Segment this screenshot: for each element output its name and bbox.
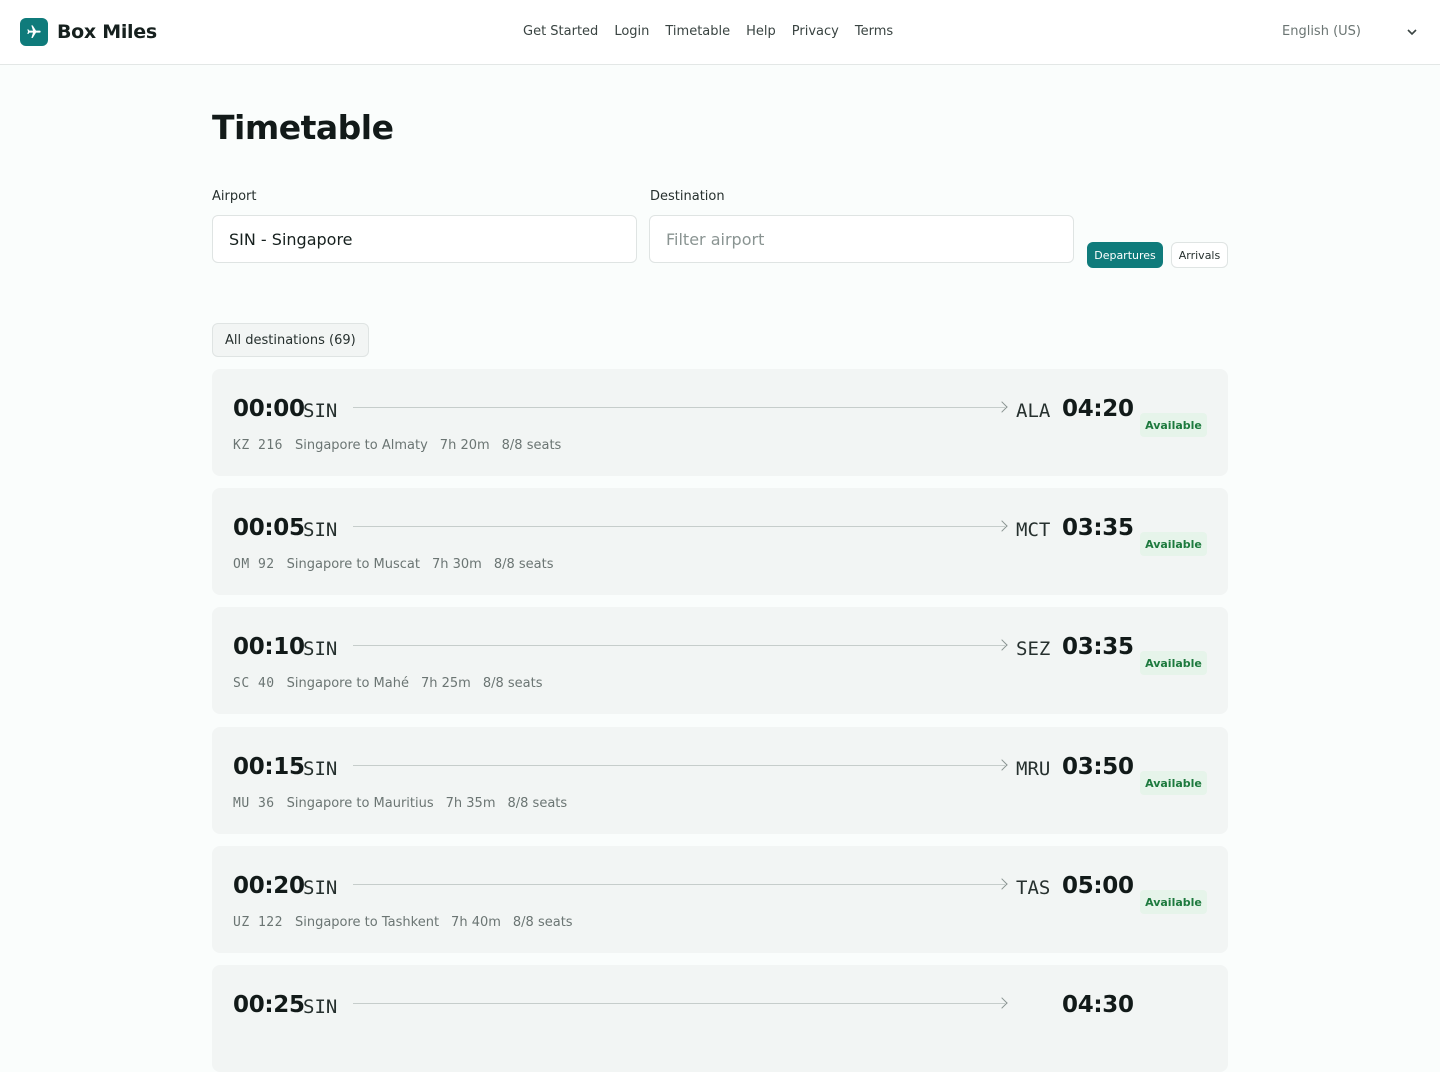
route-line [353,401,1008,413]
airport-label: Airport [212,189,257,204]
arrival-code: SEZ [1016,638,1051,660]
status-badge: Available [1140,651,1207,675]
duration: 7h 40m [451,915,501,930]
arrivals-toggle[interactable]: Arrivals [1171,242,1228,268]
nav-privacy[interactable]: Privacy [792,24,839,39]
departure-code: SIN [303,877,338,899]
nav-timetable[interactable]: Timetable [665,24,730,39]
arrow-right-icon [996,759,1008,771]
main-nav: Get Started Login Timetable Help Privacy… [523,24,893,39]
seats: 8/8 seats [482,676,543,691]
arrow-right-icon [996,520,1008,532]
seats: 8/8 seats [501,438,562,453]
all-destinations-chip[interactable]: All destinations (69) [212,323,369,357]
flight-details: MU 36 Singapore to Mauritius 7h 35m 8/8 … [233,796,567,811]
airplane-logo-icon [20,18,48,46]
page-title: Timetable [212,108,394,147]
arrival-code: TAS [1016,877,1051,899]
seats: 8/8 seats [493,557,554,572]
language-value: English (US) [1282,24,1361,39]
status-badge: Available [1140,890,1207,914]
route-name: Singapore to Muscat [286,557,420,572]
seats: 8/8 seats [507,796,568,811]
departure-time: 00:10 [233,634,305,660]
status-badge: Available [1140,532,1207,556]
arrow-right-icon [996,639,1008,651]
departure-code: SIN [303,519,338,541]
flight-details: UZ 122 Singapore to Tashkent 7h 40m 8/8 … [233,915,573,930]
departure-time: 00:00 [233,396,305,422]
departure-time: 00:15 [233,754,305,780]
flight-row[interactable]: 00:25 SIN 04:30 [212,965,1228,1072]
departure-code: SIN [303,638,338,660]
departure-code: SIN [303,758,338,780]
flight-row[interactable]: 00:20 SIN TAS 05:00 UZ 122 Singapore to … [212,846,1228,953]
flight-details: OM 92 Singapore to Muscat 7h 30m 8/8 sea… [233,557,554,572]
status-badge: Available [1140,771,1207,795]
arrival-code: MCT [1016,519,1051,541]
duration: 7h 20m [439,438,490,453]
duration: 7h 35m [445,796,496,811]
route-name: Singapore to Mauritius [286,796,434,811]
brand-name: Box Miles [57,21,157,43]
route-line [353,759,1008,771]
departure-time: 00:05 [233,515,305,541]
arrow-right-icon [996,401,1008,413]
route-name: Singapore to Mahé [286,676,409,691]
flight-row[interactable]: 00:05 SIN MCT 03:35 OM 92 Singapore to M… [212,488,1228,595]
destination-label: Destination [650,189,725,204]
flight-row[interactable]: 00:00 SIN ALA 04:20 KZ 216 Singapore to … [212,369,1228,476]
flight-number: MU 36 [233,796,275,811]
arrival-time: 04:30 [1062,992,1134,1018]
arrow-right-icon [996,878,1008,890]
flight-number: KZ 216 [233,438,283,453]
arrival-time: 05:00 [1062,873,1134,899]
nav-get-started[interactable]: Get Started [523,24,598,39]
flight-number: SC 40 [233,676,275,691]
route-line [353,639,1008,651]
flight-number: UZ 122 [233,915,283,930]
route-line [353,520,1008,532]
seats: 8/8 seats [512,915,573,930]
route-line [353,997,1008,1009]
flight-row[interactable]: 00:15 SIN MRU 03:50 MU 36 Singapore to M… [212,727,1228,834]
route-name: Singapore to Tashkent [294,915,440,930]
arrow-right-icon [996,997,1008,1009]
route-line [353,878,1008,890]
flight-details: KZ 216 Singapore to Almaty 7h 20m 8/8 se… [233,438,561,453]
chevron-down-icon [1406,26,1418,42]
departure-time: 00:20 [233,873,305,899]
airport-input[interactable] [212,215,637,263]
route-name: Singapore to Almaty [294,438,428,453]
flight-details: SC 40 Singapore to Mahé 7h 25m 8/8 seats [233,676,543,691]
departure-time: 00:25 [233,992,305,1018]
arrival-time: 03:35 [1062,515,1134,541]
nav-terms[interactable]: Terms [855,24,893,39]
arrival-code: ALA [1016,400,1051,422]
duration: 7h 30m [431,557,482,572]
arrival-time: 04:20 [1062,396,1134,422]
departure-code: SIN [303,996,338,1018]
status-badge: Available [1140,413,1207,437]
flight-number: OM 92 [233,557,275,572]
flight-row[interactable]: 00:10 SIN SEZ 03:35 SC 40 Singapore to M… [212,607,1228,714]
departures-toggle[interactable]: Departures [1087,242,1163,268]
arrival-time: 03:35 [1062,634,1134,660]
top-navigation-bar: Box Miles Get Started Login Timetable He… [0,0,1440,65]
destination-input[interactable] [649,215,1074,263]
nav-login[interactable]: Login [614,24,649,39]
departure-code: SIN [303,400,338,422]
brand[interactable]: Box Miles [20,18,157,46]
arrival-time: 03:50 [1062,754,1134,780]
nav-help[interactable]: Help [746,24,776,39]
language-select[interactable]: English (US) [1282,24,1420,42]
arrival-code: MRU [1016,758,1051,780]
duration: 7h 25m [420,676,471,691]
